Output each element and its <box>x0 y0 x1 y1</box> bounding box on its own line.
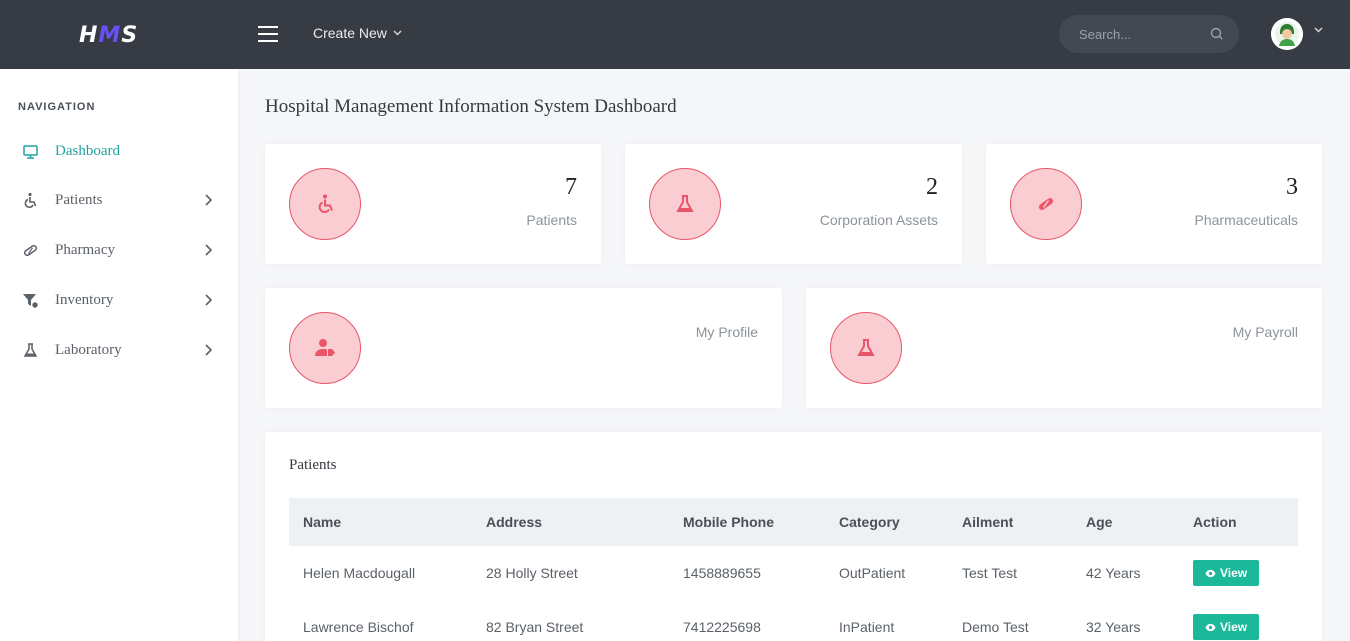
user-avatar[interactable] <box>1271 18 1303 50</box>
sidebar-item-label: Patients <box>55 192 103 208</box>
search-box <box>1059 15 1239 53</box>
chevron-down-icon[interactable] <box>1314 27 1323 33</box>
stat-label: Pharmaceuticals <box>1194 212 1299 228</box>
sidebar-item-label: Dashboard <box>55 143 120 159</box>
flask-icon <box>857 339 875 356</box>
sidebar-item-laboratory[interactable]: Laboratory <box>0 335 238 365</box>
stat-value: 3 <box>1286 174 1298 200</box>
avatar-icon <box>1271 18 1303 50</box>
sidebar: NAVIGATION Dashboard Patients Pharmacy I… <box>0 69 238 641</box>
chevron-right-icon <box>205 294 212 306</box>
stat-card-patients[interactable]: 7 Patients <box>265 144 601 264</box>
hms-logo[interactable]: HMS <box>79 23 138 48</box>
cell-ailment: Demo Test <box>962 619 1029 635</box>
cell-phone: 1458889655 <box>683 565 761 581</box>
pill-icon <box>1038 198 1054 210</box>
table-header-row: Name Address Mobile Phone Category Ailme… <box>289 498 1298 546</box>
stat-value: 2 <box>926 174 938 200</box>
patients-table-card: Patients Name Address Mobile Phone Categ… <box>265 432 1322 641</box>
cell-ailment: Test Test <box>962 565 1017 581</box>
create-new-dropdown[interactable]: Create New <box>313 25 402 41</box>
wheelchair-icon <box>24 192 37 209</box>
sidebar-item-label: Pharmacy <box>55 242 115 258</box>
cell-address: 28 Holly Street <box>486 565 578 581</box>
hamburger-icon[interactable] <box>258 26 278 42</box>
user-tag-icon <box>315 339 335 356</box>
search-icon[interactable] <box>1209 26 1225 42</box>
shortcut-card-my-payroll[interactable]: My Payroll <box>806 288 1322 408</box>
view-button-label: View <box>1220 620 1248 634</box>
column-header[interactable]: Ailment <box>948 498 1072 546</box>
pill-icon <box>23 244 38 257</box>
monitor-icon <box>23 145 38 159</box>
column-header[interactable]: Mobile Phone <box>669 498 825 546</box>
page-title: Hospital Management Information System D… <box>265 96 677 117</box>
sidebar-item-dashboard[interactable]: Dashboard <box>0 136 238 166</box>
sidebar-item-label: Inventory <box>55 292 114 308</box>
stat-label: Patients <box>526 212 577 228</box>
view-button[interactable]: View <box>1193 560 1260 586</box>
shortcut-card-my-profile[interactable]: My Profile <box>265 288 782 408</box>
wheelchair-icon <box>318 194 333 213</box>
cell-age: 32 Years <box>1086 619 1141 635</box>
table-row: Helen Macdougall 28 Holly Street 1458889… <box>289 546 1298 600</box>
cell-category: OutPatient <box>839 565 906 581</box>
column-header[interactable]: Name <box>289 498 472 546</box>
sidebar-item-patients[interactable]: Patients <box>0 185 238 215</box>
icon-circle <box>289 168 361 240</box>
cell-action: View <box>1179 600 1298 641</box>
flask-icon <box>676 195 694 212</box>
cell-action: View <box>1179 546 1298 600</box>
cell-age: 42 Years <box>1086 565 1141 581</box>
cell-name: Helen Macdougall <box>303 565 416 581</box>
icon-circle <box>289 312 361 384</box>
icon-circle <box>830 312 902 384</box>
flask-icon <box>23 343 38 357</box>
view-button-label: View <box>1220 566 1248 580</box>
table-row: Lawrence Bischof 82 Bryan Street 7412225… <box>289 600 1298 641</box>
create-new-label: Create New <box>313 25 387 41</box>
cell-category: InPatient <box>839 619 895 635</box>
cell-name: Lawrence Bischof <box>303 619 414 635</box>
sidebar-item-pharmacy[interactable]: Pharmacy <box>0 235 238 265</box>
table-title: Patients <box>289 457 337 473</box>
stat-value: 7 <box>565 174 577 200</box>
column-header: Action <box>1193 514 1237 530</box>
search-input[interactable] <box>1079 25 1209 43</box>
column-header[interactable]: Age <box>1072 498 1179 546</box>
column-header[interactable]: Address <box>472 498 669 546</box>
icon-circle <box>1010 168 1082 240</box>
chevron-down-icon <box>393 30 402 36</box>
eye-icon <box>1205 569 1216 577</box>
column-header[interactable]: Category <box>825 498 948 546</box>
sidebar-item-label: Laboratory <box>55 342 122 358</box>
icon-circle <box>649 168 721 240</box>
cell-phone: 7412225698 <box>683 619 761 635</box>
shortcut-label: My Profile <box>695 324 758 340</box>
stat-label: Corporation Assets <box>819 212 938 228</box>
funnel-icon <box>23 294 39 309</box>
sidebar-item-inventory[interactable]: Inventory <box>0 285 238 315</box>
patients-table: Name Address Mobile Phone Category Ailme… <box>289 498 1298 641</box>
top-bar: HMS Create New <box>0 0 1350 69</box>
chevron-right-icon <box>205 244 212 256</box>
cell-address: 82 Bryan Street <box>486 619 584 635</box>
eye-icon <box>1205 623 1216 631</box>
stat-card-pharmaceuticals[interactable]: 3 Pharmaceuticals <box>986 144 1322 264</box>
chevron-right-icon <box>205 344 212 356</box>
nav-title: NAVIGATION <box>18 101 96 113</box>
view-button[interactable]: View <box>1193 614 1260 640</box>
stat-card-corporation-assets[interactable]: 2 Corporation Assets <box>625 144 962 264</box>
chevron-right-icon <box>205 194 212 206</box>
shortcut-label: My Payroll <box>1232 324 1298 340</box>
